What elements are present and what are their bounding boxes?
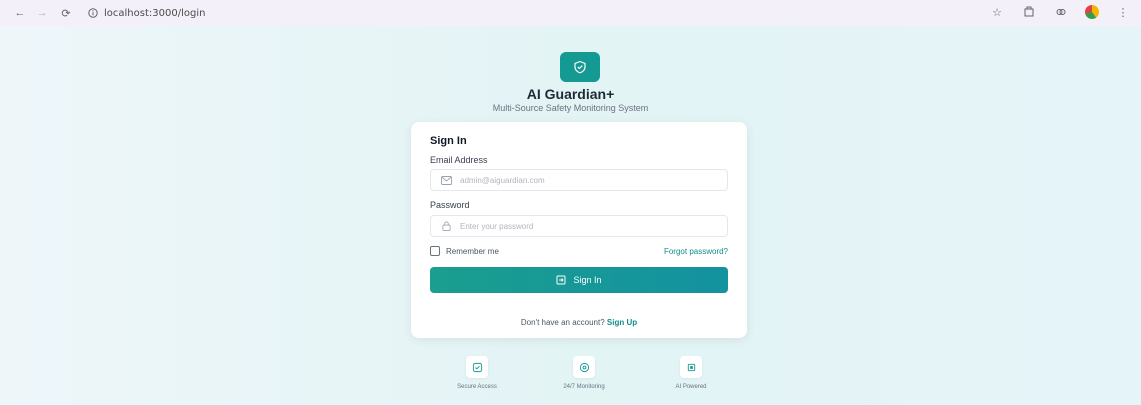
page-viewport: AI Guardian+ Multi-Source Safety Monitor… xyxy=(0,26,1141,405)
email-field[interactable] xyxy=(430,169,728,191)
back-icon[interactable]: ← xyxy=(12,5,28,21)
sign-in-button[interactable]: Sign In xyxy=(430,267,728,293)
signup-prompt: Don't have an account? xyxy=(520,318,605,327)
feature-secure-access: Secure Access xyxy=(432,356,522,390)
sign-in-card: Sign In Email Address Password Remember … xyxy=(411,122,747,338)
menu-icon[interactable]: ⋮ xyxy=(1115,4,1131,20)
lock-icon xyxy=(442,221,451,231)
password-label: Password xyxy=(430,200,470,210)
password-input[interactable] xyxy=(460,221,710,231)
password-field[interactable] xyxy=(430,215,728,237)
remember-label[interactable]: Remember me xyxy=(446,247,499,256)
eye-icon xyxy=(573,356,595,378)
reload-icon[interactable]: ⟳ xyxy=(58,5,74,21)
email-label: Email Address xyxy=(430,155,488,165)
feature-monitoring: 24/7 Monitoring xyxy=(539,356,629,390)
email-input[interactable] xyxy=(460,175,710,185)
remember-me[interactable]: Remember me xyxy=(430,246,499,256)
sign-up-link[interactable]: Sign Up xyxy=(607,318,637,327)
browser-toolbar: ← → ⟳ localhost:3000/login ☆ ⋮ xyxy=(0,0,1141,26)
link-icon[interactable] xyxy=(1053,4,1069,20)
bookmark-star-icon[interactable]: ☆ xyxy=(989,4,1005,20)
feature-label: Secure Access xyxy=(457,384,497,390)
sign-in-button-label: Sign In xyxy=(573,275,602,285)
signup-row: Don't have an account? Sign Up xyxy=(411,318,747,327)
remember-checkbox[interactable] xyxy=(430,246,440,256)
forgot-password-link[interactable]: Forgot password? xyxy=(664,247,728,256)
brand-logo xyxy=(560,52,600,82)
card-title: Sign In xyxy=(430,135,467,147)
url-text[interactable]: localhost:3000/login xyxy=(104,8,205,19)
shield-check-icon xyxy=(466,356,488,378)
forward-icon[interactable]: → xyxy=(34,5,50,21)
login-icon xyxy=(556,275,566,285)
feature-ai-powered: AI Powered xyxy=(646,356,736,390)
brand-subtitle: Multi-Source Safety Monitoring System xyxy=(492,103,649,113)
shield-icon xyxy=(574,60,586,74)
address-bar[interactable]: localhost:3000/login xyxy=(84,4,974,22)
brand-title: AI Guardian+ xyxy=(526,86,615,102)
extensions-icon[interactable] xyxy=(1021,4,1037,20)
mail-icon xyxy=(441,175,452,185)
site-info-icon[interactable] xyxy=(88,8,98,18)
profile-extension-icon[interactable] xyxy=(1085,5,1099,19)
cpu-icon xyxy=(680,356,702,378)
feature-label: AI Powered xyxy=(675,384,707,390)
feature-label: 24/7 Monitoring xyxy=(563,384,605,390)
